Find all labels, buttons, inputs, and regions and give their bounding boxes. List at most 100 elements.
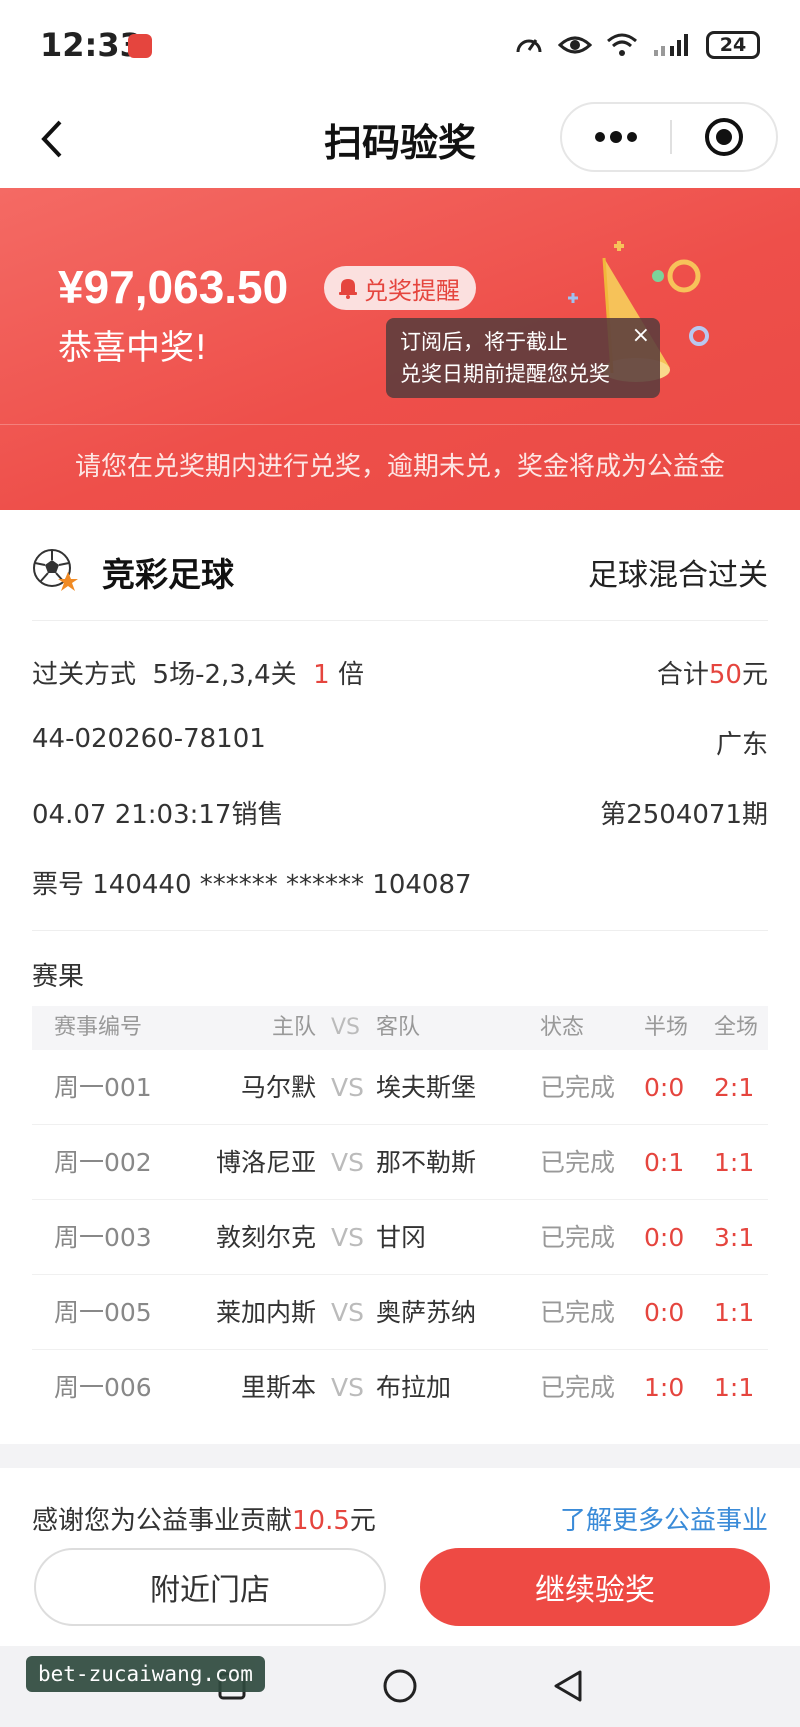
table-row: 周一006 里斯本 VS 布拉加 已完成 1:0 1:1 <box>32 1350 768 1425</box>
continue-verify-button[interactable]: 继续验奖 <box>420 1548 770 1626</box>
charity-contribution: 感谢您为公益事业贡献10.5元 <box>32 1500 376 1537</box>
away-team: 布拉加 <box>376 1373 452 1402</box>
charity-more-link[interactable]: 了解更多公益事业 <box>560 1500 768 1537</box>
results-table: 赛事编号 主队 VS 客队 状态 半场 全场 周一001 马尔默 VS 埃夫斯堡… <box>32 1006 768 1425</box>
ticket-number: 票号 140440 ****** ****** 104087 <box>32 870 472 900</box>
soccer-ball-icon <box>33 549 78 591</box>
close-mini-program-button[interactable] <box>672 104 776 170</box>
pass-method: 过关方式 5场-2,3,4关 1 倍 <box>32 654 364 691</box>
lottery-name: 竞彩足球 <box>102 555 234 594</box>
charity-unit: 元 <box>349 1506 376 1536</box>
status-time: 12:33 <box>40 26 142 64</box>
table-row: 周一002 博洛尼亚 VS 那不勒斯 已完成 0:1 1:1 <box>32 1125 768 1200</box>
prize-banner: ¥97,063.50 兑奖提醒 恭喜中奖! 订阅后，将于截止 兑奖日期前提醒您兑… <box>0 188 800 510</box>
table-row: 周一001 马尔默 VS 埃夫斯堡 已完成 0:0 2:1 <box>32 1050 768 1125</box>
sale-time: 04.07 21:03:17销售 <box>32 800 284 830</box>
header-match-no: 赛事编号 <box>54 1015 143 1040</box>
prize-reminder-label: 兑奖提醒 <box>364 276 460 305</box>
period-number: 第2504071期 <box>600 800 768 830</box>
multiple-value: 1 <box>313 660 330 690</box>
pass-method-label: 过关方式 <box>32 660 137 690</box>
half-score: 0:1 <box>644 1148 685 1177</box>
nav-bar: 扫码验奖 <box>0 90 800 190</box>
match-no: 周一003 <box>54 1223 152 1252</box>
battery-indicator: 24 <box>706 31 760 59</box>
bell-icon <box>339 279 357 299</box>
table-row: 周一005 莱加内斯 VS 奥萨苏纳 已完成 0:0 1:1 <box>32 1275 768 1350</box>
sale-row: 04.07 21:03:17销售 第2504071期 <box>32 794 768 838</box>
reminder-tooltip: 订阅后，将于截止 兑奖日期前提醒您兑奖 × <box>386 318 660 398</box>
total-label: 合计 <box>656 660 709 690</box>
match-status: 已完成 <box>540 1298 616 1327</box>
lottery-play-type: 足球混合过关 <box>588 558 768 593</box>
status-icons: 24 <box>514 30 760 60</box>
vs-label: VS <box>331 1148 364 1177</box>
match-status: 已完成 <box>540 1148 616 1177</box>
match-no: 周一001 <box>54 1073 152 1102</box>
home-team: 马尔默 <box>240 1073 316 1102</box>
home-team: 博洛尼亚 <box>215 1148 316 1177</box>
redemption-note: 请您在兑奖期内进行兑奖，逾期未兑，奖金将成为公益金 <box>74 452 725 482</box>
eye-icon <box>558 36 592 54</box>
multiple-unit: 倍 <box>337 660 364 690</box>
full-score: 1:1 <box>714 1148 755 1177</box>
mini-program-capsule <box>560 102 778 172</box>
results-title: 赛果 <box>32 962 85 992</box>
total-unit: 元 <box>741 660 768 690</box>
section-gap <box>0 1444 800 1468</box>
lottery-header: 竞彩足球 足球混合过关 <box>0 510 800 622</box>
vs-label: VS <box>331 1223 364 1252</box>
match-no: 周一005 <box>54 1298 152 1327</box>
serial-row: 44-020260-78101 广东 <box>32 724 768 768</box>
prize-amount: ¥97,063.50 <box>58 261 289 313</box>
match-status: 已完成 <box>540 1373 616 1402</box>
header-away: 客队 <box>376 1015 421 1040</box>
match-status: 已完成 <box>540 1223 616 1252</box>
tooltip-line-2: 兑奖日期前提醒您兑奖 <box>400 362 610 386</box>
notification-app-icon <box>128 34 152 58</box>
vs-label: VS <box>331 1373 364 1402</box>
signal-icon <box>654 34 688 56</box>
home-button[interactable] <box>378 1664 422 1708</box>
vs-label: VS <box>331 1298 364 1327</box>
more-dots-icon <box>595 131 637 143</box>
half-score: 0:0 <box>644 1298 685 1327</box>
away-team: 那不勒斯 <box>376 1148 477 1177</box>
header-full: 全场 <box>714 1015 759 1040</box>
header-status: 状态 <box>540 1015 585 1040</box>
header-vs: VS <box>331 1015 361 1040</box>
speed-icon <box>516 39 542 53</box>
status-bar: 12:33 24 <box>0 0 800 90</box>
full-score: 1:1 <box>714 1298 755 1327</box>
wifi-icon <box>607 33 637 56</box>
prize-reminder-button[interactable]: 兑奖提醒 <box>324 266 476 310</box>
full-score: 3:1 <box>714 1223 755 1252</box>
away-team: 甘冈 <box>376 1223 427 1252</box>
nearby-stores-button[interactable]: 附近门店 <box>34 1548 386 1626</box>
half-score: 1:0 <box>644 1373 685 1402</box>
charity-amount: 10.5 <box>292 1506 350 1536</box>
pass-method-value: 5场-2,3,4关 <box>152 660 297 690</box>
home-team: 莱加内斯 <box>215 1298 316 1327</box>
more-button[interactable] <box>562 104 670 170</box>
results-table-header: 赛事编号 主队 VS 客队 状态 半场 全场 <box>32 1006 768 1050</box>
match-status: 已完成 <box>540 1073 616 1102</box>
back-nav-button[interactable] <box>546 1664 590 1708</box>
divider <box>32 620 768 621</box>
banner-divider <box>0 424 800 425</box>
away-team: 埃夫斯堡 <box>376 1073 477 1102</box>
header-half: 半场 <box>644 1015 689 1040</box>
serial-number: 44-020260-78101 <box>32 724 266 754</box>
congrats-text: 恭喜中奖! <box>58 328 208 368</box>
ticket-number-row: 票号 140440 ****** ****** 104087 <box>32 864 768 908</box>
tooltip-close-button[interactable]: × <box>632 320 650 352</box>
vs-label: VS <box>331 1073 364 1102</box>
home-team: 敦刻尔克 <box>215 1223 316 1252</box>
watermark: bet-zucaiwang.com <box>26 1656 265 1692</box>
total-amount: 合计50元 <box>657 654 768 691</box>
charity-prefix: 感谢您为公益事业贡献 <box>32 1506 293 1536</box>
triangle-back-icon <box>554 1670 582 1702</box>
total-value: 50 <box>708 660 742 690</box>
full-score: 1:1 <box>714 1373 755 1402</box>
pass-method-row: 过关方式 5场-2,3,4关 1 倍 合计50元 <box>32 654 768 698</box>
